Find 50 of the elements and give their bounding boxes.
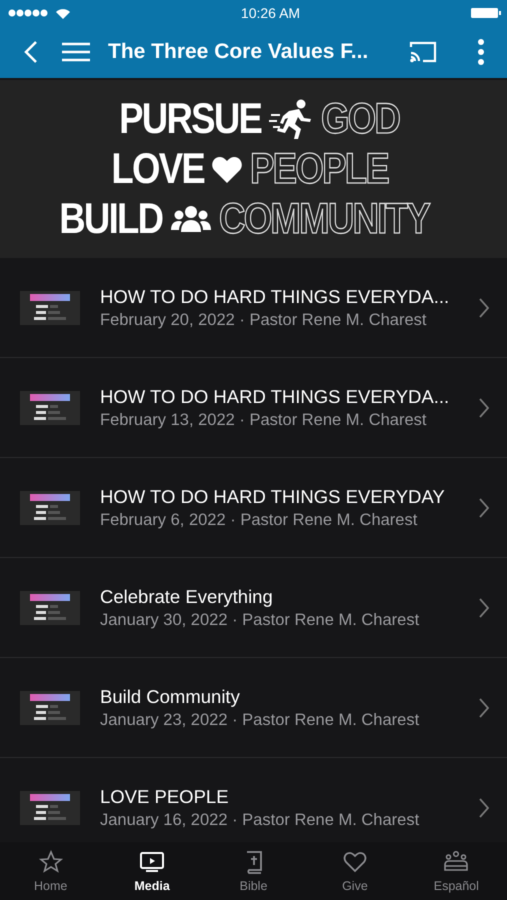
- banner-word: LOVE: [111, 145, 204, 193]
- sermon-date-speaker: February 6, 2022 · Pastor Rene M. Charest: [100, 510, 418, 530]
- banner-word: BUILD: [59, 195, 163, 243]
- people-icon: [443, 850, 470, 874]
- sermon-date-speaker: January 16, 2022 · Pastor Rene M. Charest: [100, 810, 420, 830]
- banner-outline-word: COMMUNITY: [218, 195, 429, 243]
- page-title: The Three Core Values F...: [108, 40, 370, 64]
- sermon-row[interactable]: Celebrate Everything January 30, 2022 · Pastor Rene M. Charest: [0, 558, 507, 658]
- star-icon: [38, 850, 64, 874]
- signal-icon: [8, 9, 50, 17]
- sermon-row[interactable]: HOW TO DO HARD THINGS EVERYDA... February 13, 2022 · Pastor Rene M. Charest: [0, 358, 507, 458]
- banner-word: PURSUE: [119, 95, 262, 143]
- chevron-icon: [479, 598, 489, 618]
- more-icon[interactable]: [477, 39, 485, 65]
- tv-icon: [139, 850, 166, 874]
- sermon-date-speaker: February 20, 2022 · Pastor Rene M. Charest: [100, 310, 428, 330]
- wifi-icon: [56, 8, 70, 18]
- tab[interactable]: Bible: [202, 842, 304, 900]
- sermon-row[interactable]: HOW TO DO HARD THINGS EVERYDA... February 20, 2022 · Pastor Rene M. Charest: [0, 258, 507, 358]
- heart-icon: [212, 156, 242, 182]
- chevron-icon: [479, 798, 489, 818]
- chevron-icon: [479, 498, 489, 518]
- sermon-row[interactable]: Build Community January 23, 2022 · Pastor Rene M. Charest: [0, 658, 507, 758]
- sermon-date-speaker: January 30, 2022 · Pastor Rene M. Charest: [100, 610, 420, 630]
- back-icon[interactable]: [24, 40, 38, 64]
- sermon-title: HOW TO DO HARD THINGS EVERYDAY: [100, 486, 446, 508]
- chevron-icon: [479, 298, 489, 318]
- sermon-title: Celebrate Everything: [100, 586, 274, 608]
- heart-icon: [342, 850, 368, 874]
- status-time: 10:26 AM: [240, 5, 300, 21]
- tab[interactable]: Media: [101, 842, 203, 900]
- sermon-row[interactable]: HOW TO DO HARD THINGS EVERYDAY February 6, 2022 · Pastor Rene M. Charest: [0, 458, 507, 558]
- menu-icon[interactable]: [62, 42, 90, 62]
- cast-icon[interactable]: [409, 41, 437, 63]
- group-icon: [170, 204, 211, 234]
- banner-outline-word: PEOPLE: [250, 145, 388, 193]
- tab[interactable]: Español: [406, 842, 507, 900]
- sermon-date-speaker: January 23, 2022 · Pastor Rene M. Charest: [100, 710, 420, 730]
- runner-icon: [269, 99, 314, 139]
- tab[interactable]: Home: [0, 842, 102, 900]
- sermon-date-speaker: February 13, 2022 · Pastor Rene M. Charest: [100, 410, 428, 430]
- sermon-title: HOW TO DO HARD THINGS EVERYDA...: [100, 386, 450, 408]
- battery-icon: [471, 8, 501, 18]
- banner-outline-word: GOD: [321, 95, 400, 143]
- sermon-title: LOVE PEOPLE: [100, 786, 230, 808]
- tab[interactable]: Give: [304, 842, 406, 900]
- sermon-title: HOW TO DO HARD THINGS EVERYDA...: [100, 286, 450, 308]
- sermon-title: Build Community: [100, 686, 241, 708]
- chevron-icon: [479, 398, 489, 418]
- chevron-icon: [479, 698, 489, 718]
